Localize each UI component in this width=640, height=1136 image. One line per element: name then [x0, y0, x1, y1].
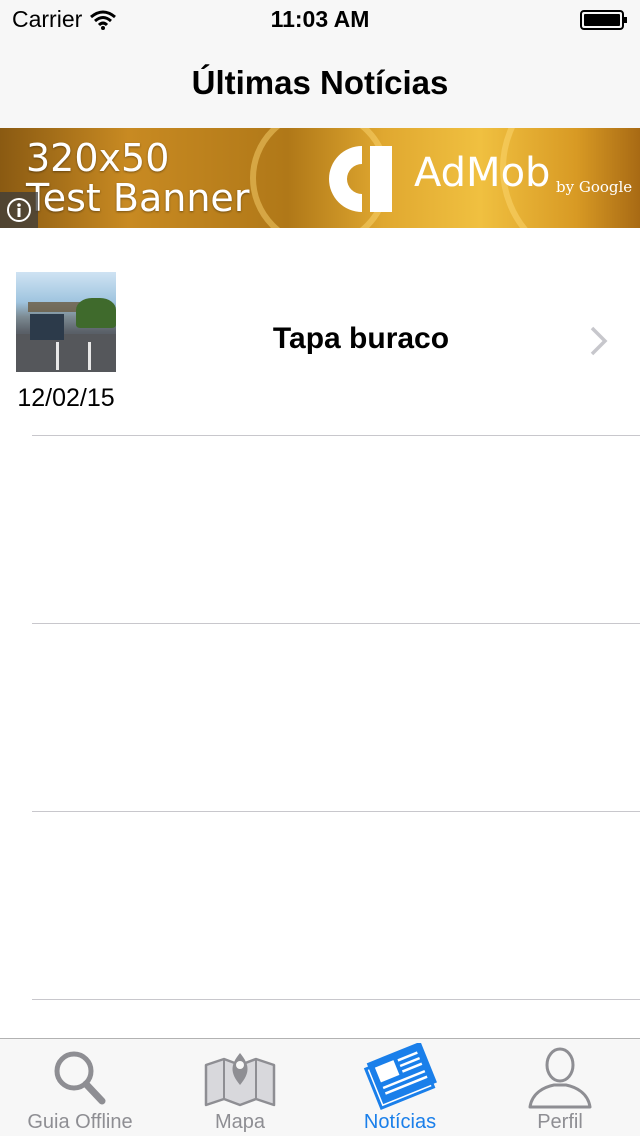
chevron-right-icon [590, 326, 608, 356]
tab-label: Perfil [537, 1111, 583, 1133]
newspaper-icon [363, 1043, 437, 1110]
row-separator [32, 435, 640, 436]
tab-bar: Guia Offline Mapa Notícias Perfil [0, 1038, 640, 1136]
map-icon [204, 1053, 276, 1107]
tab-guia-offline[interactable]: Guia Offline [0, 1039, 160, 1136]
ad-by-google: by Google [556, 178, 633, 196]
ad-size-label: 320x50 [26, 136, 170, 180]
tab-perfil[interactable]: Perfil [480, 1039, 640, 1136]
battery-icon [580, 10, 627, 30]
status-bar: Carrier 11:03 AM [0, 0, 640, 40]
navigation-bar: Últimas Notícias [0, 40, 640, 128]
tab-noticias[interactable]: Notícias [320, 1039, 480, 1136]
page-title: Últimas Notícias [191, 64, 449, 101]
ad-banner[interactable]: 320x50 Test Banner AdMob by Google [0, 128, 640, 228]
news-title: Tapa buraco [272, 322, 450, 355]
info-icon[interactable] [0, 192, 38, 228]
tab-label: Notícias [363, 1111, 437, 1133]
row-separator [32, 999, 640, 1000]
news-date: 12/02/15 [17, 384, 115, 412]
tab-label: Guia Offline [27, 1111, 133, 1133]
tab-mapa[interactable]: Mapa [160, 1039, 320, 1136]
search-icon [54, 1051, 106, 1105]
status-time: 11:03 AM [270, 6, 370, 32]
ad-brand: AdMob [414, 150, 551, 196]
news-thumbnail [16, 272, 116, 372]
admob-logo-icon [329, 146, 392, 212]
ad-text: 320x50 Test Banner [26, 138, 249, 218]
row-separator [32, 623, 640, 624]
ad-test-label: Test Banner [26, 176, 250, 220]
tab-label: Mapa [214, 1111, 266, 1133]
person-icon [528, 1047, 592, 1109]
row-separator [32, 811, 640, 812]
news-row[interactable]: 12/02/15 Tapa buraco [0, 228, 640, 416]
